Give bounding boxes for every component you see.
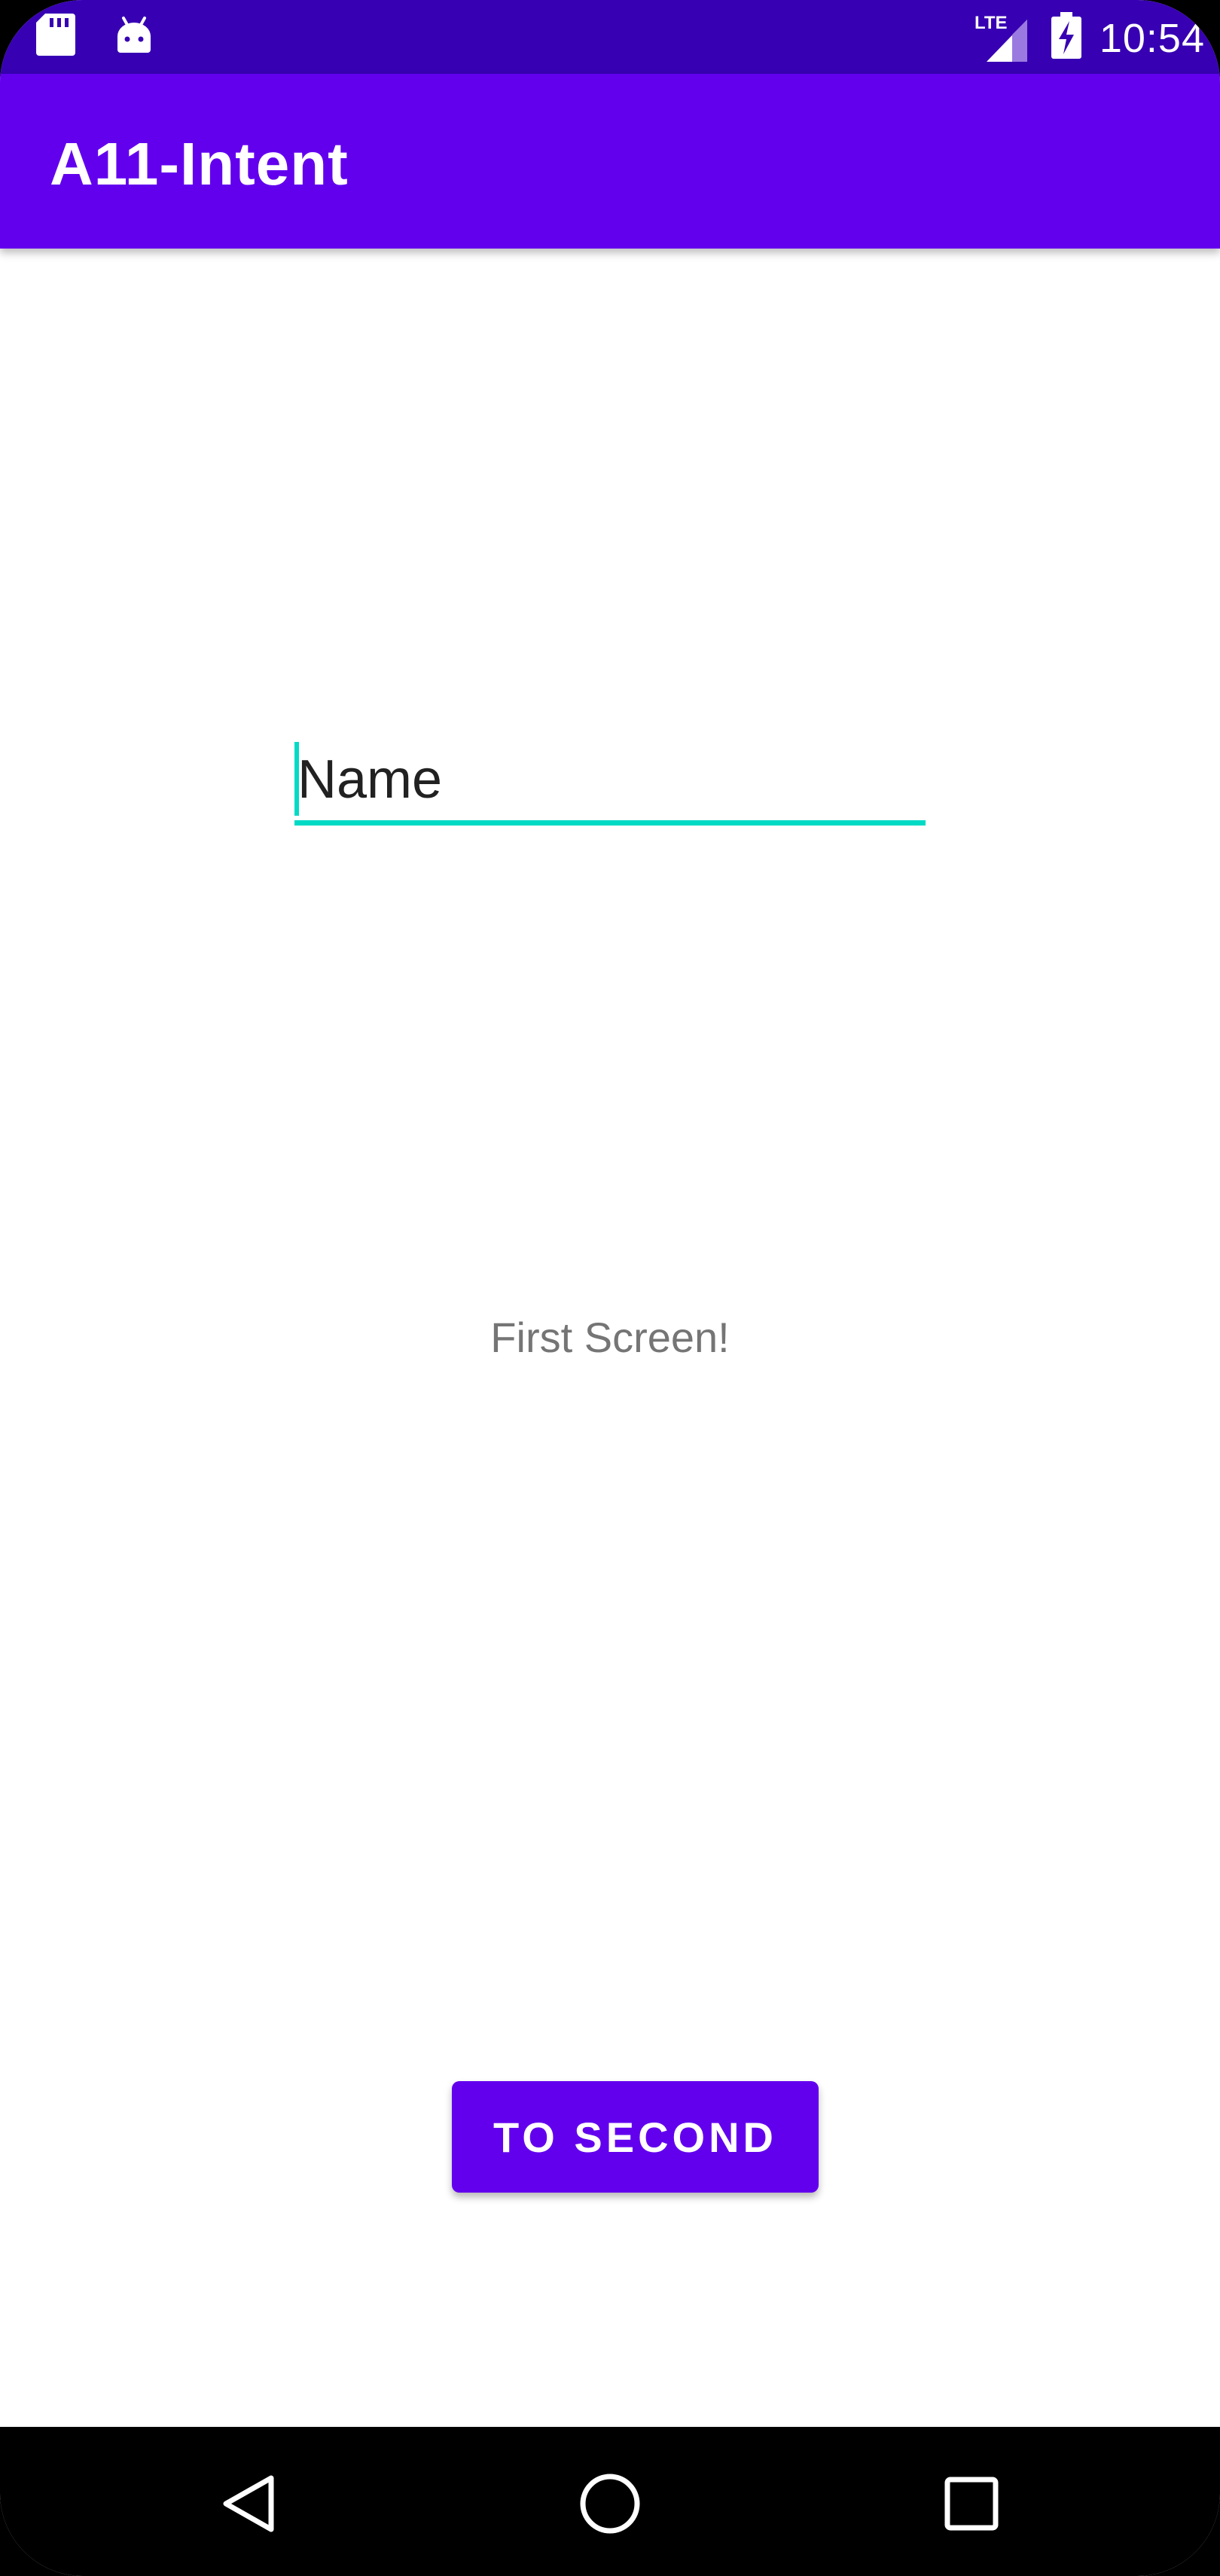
phone-screen: LTE 10:54 A11-Intent First Screen! TO SE… [0,0,1220,2576]
status-right-icons: LTE 10:54 [973,9,1205,67]
status-time: 10:54 [1099,15,1205,61]
home-icon[interactable] [572,2466,648,2541]
first-screen-label: First Screen! [490,1314,730,1361]
battery-charging-icon [1050,12,1083,64]
text-cursor [294,742,299,816]
network-type-label: LTE [974,13,1008,33]
app-title: A11-Intent [50,130,349,197]
signal-icon: LTE [973,9,1033,67]
app-bar: A11-Intent [0,74,1220,249]
status-left-icons [36,14,154,60]
recents-icon[interactable] [934,2466,1009,2541]
name-input[interactable] [294,742,929,817]
to-second-button[interactable]: TO SECOND [452,2081,819,2193]
sd-card-icon [36,14,75,60]
android-icon [114,14,154,60]
back-icon[interactable] [211,2466,286,2541]
navigation-bar [0,2427,1220,2576]
name-field-underline [294,820,926,826]
status-bar: LTE 10:54 [0,0,1220,74]
name-field[interactable] [294,742,929,826]
